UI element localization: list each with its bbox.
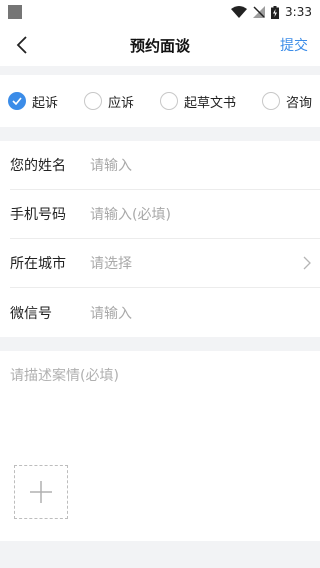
battery-icon: [271, 5, 280, 19]
radio-checked-icon: [8, 92, 26, 110]
form-row-wechat: 微信号 请输入: [10, 288, 320, 337]
spacer: [0, 337, 320, 351]
form-row-city[interactable]: 所在城市 请选择: [10, 239, 320, 288]
description-placeholder: 请描述案情(必填): [10, 368, 119, 384]
submit-button[interactable]: 提交: [280, 35, 310, 55]
status-icons: 3:33: [231, 5, 312, 19]
add-image-button[interactable]: [14, 465, 68, 519]
spacer: [0, 66, 320, 75]
radio-label: 咨询: [285, 95, 312, 111]
spacer: [0, 127, 320, 141]
form-row-phone: 手机号码 请输入(必填): [10, 190, 320, 239]
page-title: 预约面谈: [129, 36, 190, 55]
nav-bar: 预约面谈 提交: [0, 24, 320, 66]
wifi-icon: [231, 6, 248, 18]
wechat-label: 微信号: [10, 305, 52, 322]
radio-label: 起诉: [32, 95, 59, 111]
wechat-input[interactable]: 请输入: [90, 303, 310, 323]
spacer: [0, 541, 320, 568]
radio-label: 起草文书: [183, 95, 236, 111]
form-row-name: 您的姓名 请输入: [10, 141, 320, 190]
name-input[interactable]: 请输入: [90, 155, 310, 175]
case-description-textarea[interactable]: 请描述案情(必填): [0, 351, 320, 451]
no-signal-icon: [253, 6, 266, 18]
status-time: 3:33: [285, 5, 312, 19]
phone-label: 手机号码: [10, 207, 66, 223]
plus-icon: [30, 481, 52, 503]
city-label: 所在城市: [10, 256, 66, 272]
contact-form: 您的姓名 请输入 手机号码 请输入(必填) 所在城市 请选择 微信号 请输入: [0, 141, 320, 337]
name-label: 您的姓名: [10, 158, 66, 174]
status-bar: 3:33: [0, 0, 320, 24]
back-button[interactable]: [10, 33, 34, 57]
notification-icon: [8, 5, 22, 19]
radio-option-draft[interactable]: 起草文书: [159, 92, 236, 111]
case-type-radio-group: 起诉 应诉 起草文书 咨询: [0, 75, 320, 127]
radio-option-respond[interactable]: 应诉: [83, 92, 134, 111]
radio-unchecked-icon: [83, 92, 102, 110]
city-select[interactable]: 请选择: [90, 253, 310, 273]
radio-option-lawsuit[interactable]: 起诉: [8, 92, 58, 111]
chevron-left-icon: [16, 36, 27, 54]
radio-unchecked-icon: [159, 92, 178, 110]
chevron-right-icon: [303, 256, 311, 270]
radio-label: 应诉: [107, 95, 134, 111]
phone-input[interactable]: 请输入(必填): [90, 204, 310, 224]
radio-unchecked-icon: [261, 92, 280, 110]
upload-section: [0, 451, 320, 541]
radio-option-consult[interactable]: 咨询: [261, 92, 312, 111]
